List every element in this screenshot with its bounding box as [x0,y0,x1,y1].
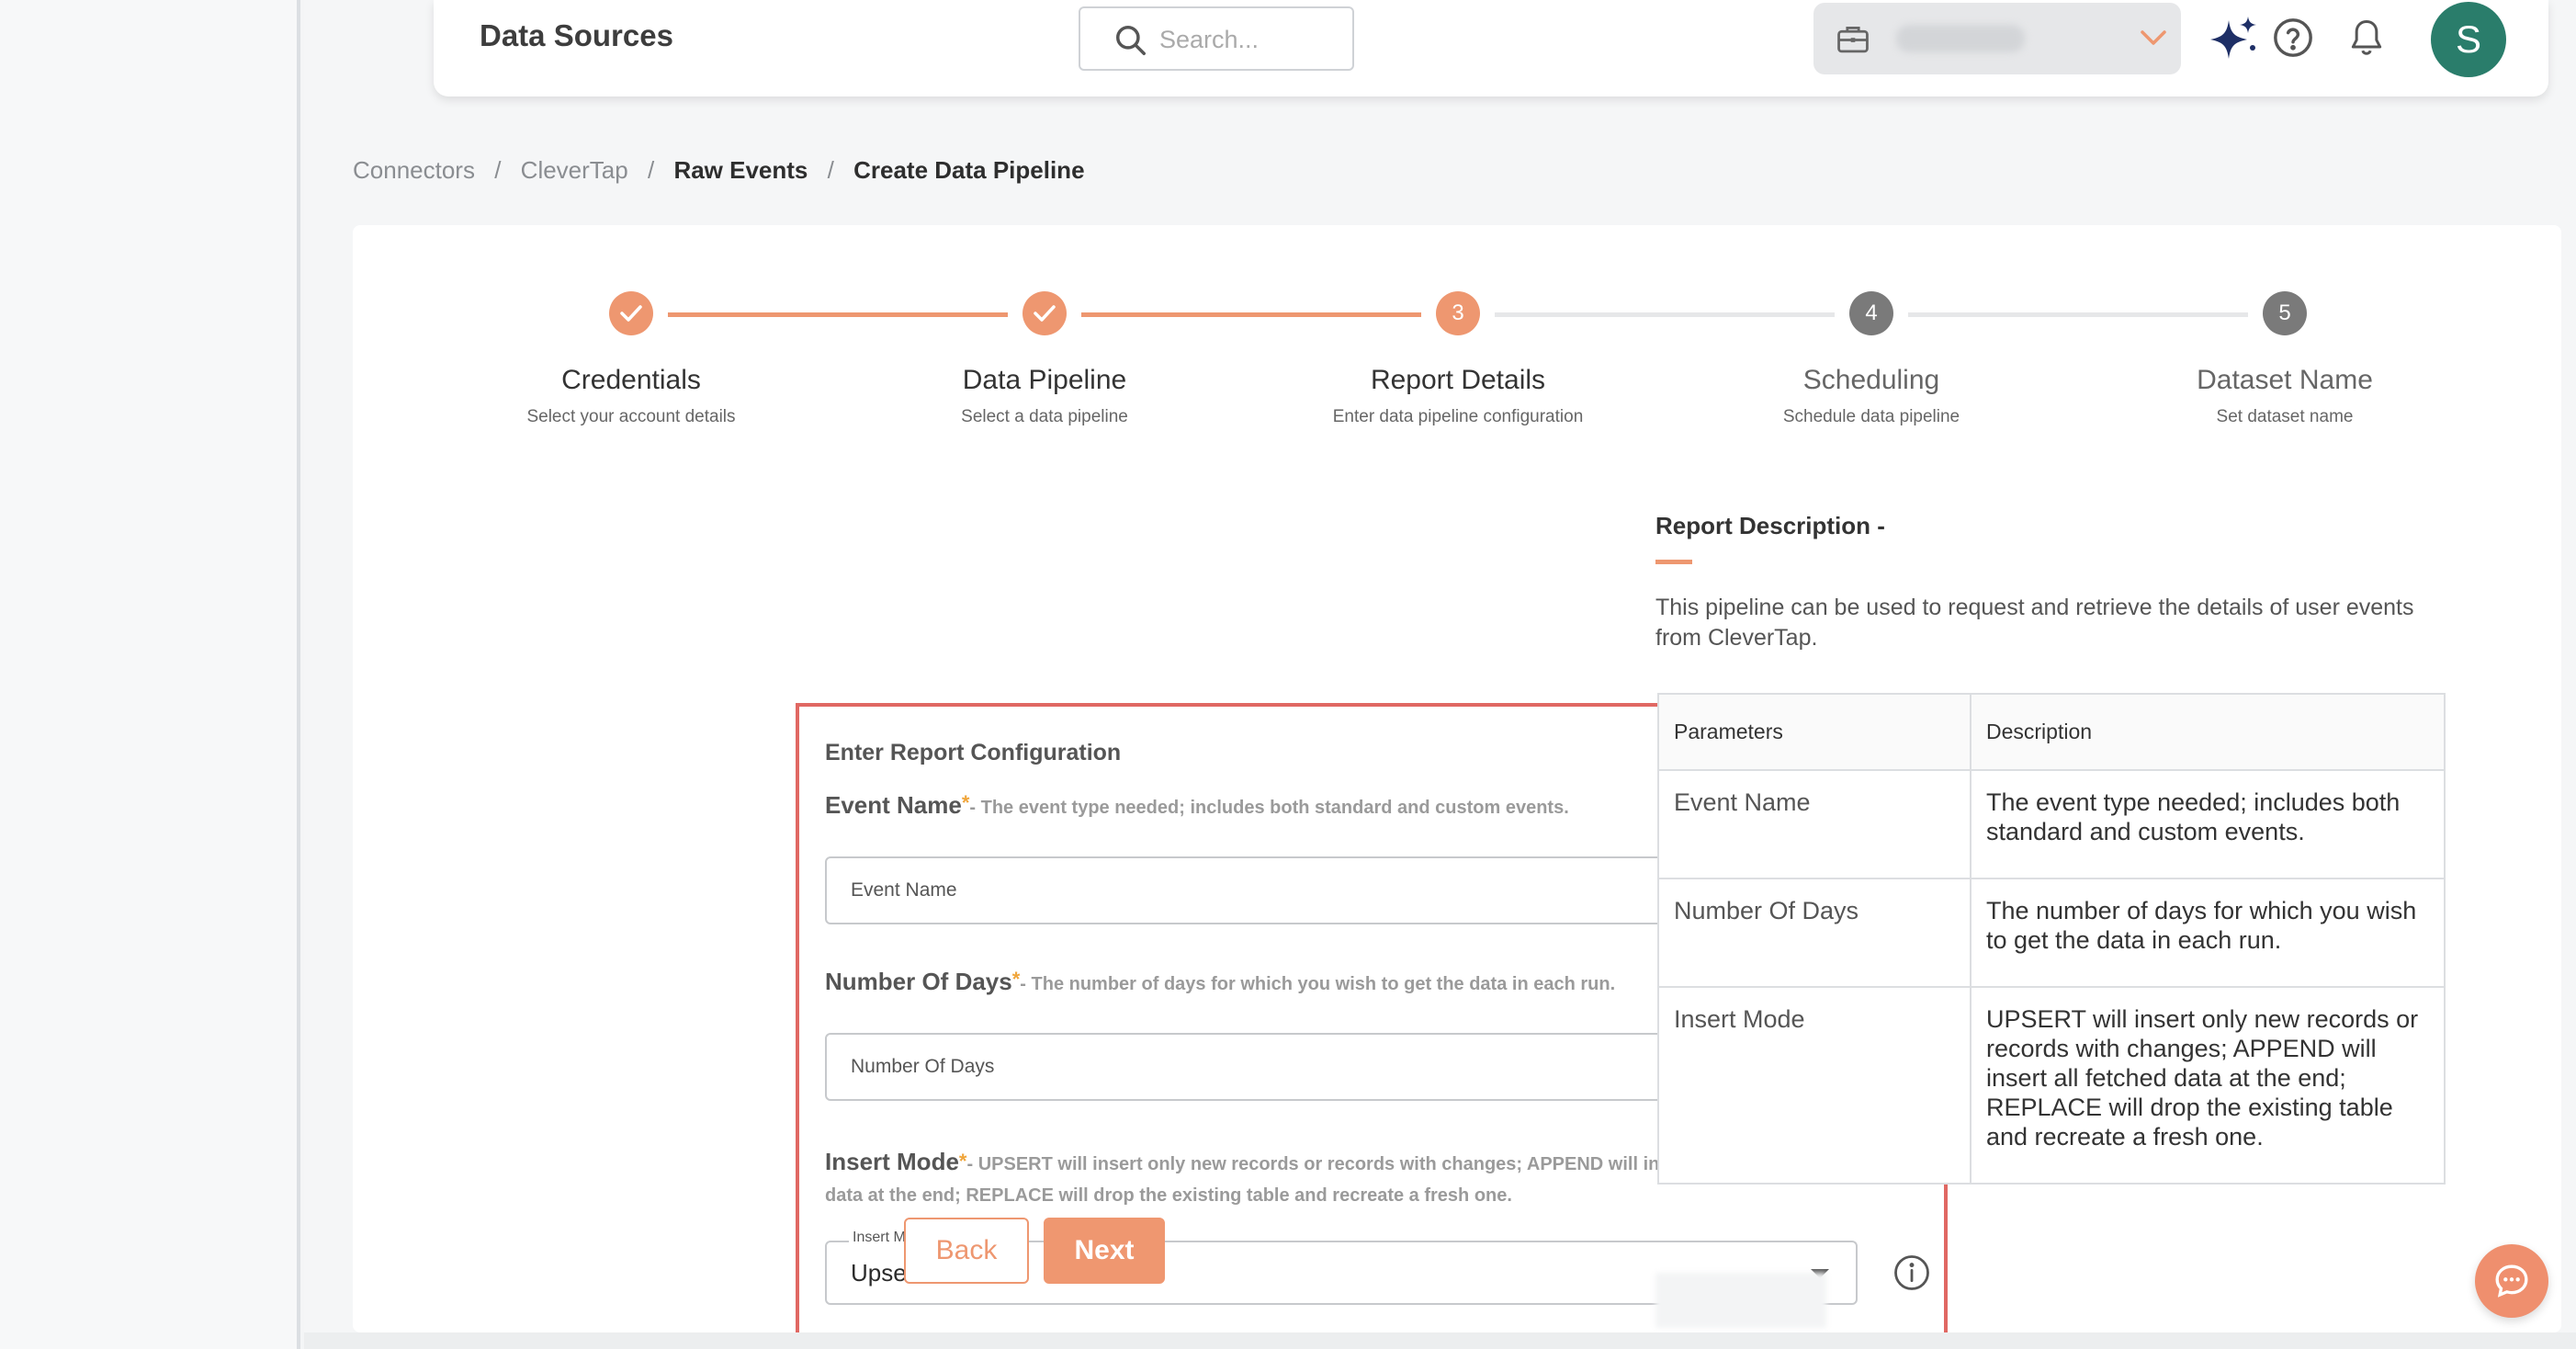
step-4-circle: 4 [1849,291,1893,335]
table-header-row: Parameters Description [1657,693,2446,771]
event-name-label: Event Name*- The event type needed; incl… [825,791,1569,820]
breadcrumb-clevertap[interactable]: CleverTap [521,156,628,185]
breadcrumb-current: Create Data Pipeline [853,156,1085,184]
help-circle-icon[interactable] [2272,17,2314,59]
breadcrumb: Connectors / CleverTap / Raw Events / Cr… [353,156,1085,185]
step-2-circle[interactable] [1022,291,1067,335]
step-connector-completed [1081,312,1421,317]
search-icon [1116,26,1146,55]
step-connector-pending [1495,312,1835,317]
breadcrumb-separator: / [647,156,655,184]
step-3-title: Report Details [1370,365,1546,395]
pipeline-card: 3 4 5 Credentials Select your account de… [353,225,2561,1349]
event-name-hint: - The event type needed; includes both s… [969,798,1569,818]
table-header-description: Description [1970,693,2446,771]
search-input[interactable] [1159,21,1334,58]
step-1-subtitle: Select your account details [526,407,736,426]
insert-mode-label-text: Insert Mode [825,1148,959,1175]
step-1-title: Credentials [561,365,701,395]
table-cell-description: The event type needed; includes both sta… [1970,769,2446,879]
search-box[interactable] [1079,6,1354,71]
table-header-parameters: Parameters [1657,693,1972,771]
step-4-title: Scheduling [1802,365,1940,395]
description-accent-bar [1655,560,1692,564]
step-3-circle[interactable]: 3 [1436,291,1480,335]
table-row: Insert Mode UPSERT will insert only new … [1657,986,2446,1185]
event-name-label-text: Event Name [825,791,962,819]
step-5-circle: 5 [2263,291,2307,335]
chat-bubble-icon [2495,1264,2528,1298]
left-sidebar [0,0,300,1349]
breadcrumb-separator: / [827,156,834,184]
step-3-subtitle: Enter data pipeline configuration [1332,407,1584,426]
table-cell-description: The number of days for which you wish to… [1970,878,2446,988]
check-icon [620,305,642,322]
step-connector-pending [1908,312,2248,317]
briefcase-icon [1837,27,1869,53]
chat-button[interactable] [2475,1244,2548,1318]
breadcrumb-connectors[interactable]: Connectors [353,156,475,185]
table-row: Number Of Days The number of days for wh… [1657,878,2446,988]
number-of-days-hint: - The number of days for which you wish … [1020,974,1616,994]
report-description-title: Report Description - [1655,512,1885,539]
step-4-subtitle: Schedule data pipeline [1782,407,1960,426]
chevron-down-icon [2141,30,2166,45]
step-connector-completed [668,312,1008,317]
number-of-days-label: Number Of Days*- The number of days for … [825,968,1615,996]
table-cell-parameter: Event Name [1657,769,1972,879]
step-1-circle[interactable] [609,291,653,335]
step-5-subtitle: Set dataset name [2216,407,2354,426]
page-bottom-edge [304,1332,2576,1349]
required-marker: * [1011,968,1021,991]
form-heading: Enter Report Configuration [825,740,1122,765]
redacted-block [1655,1273,1826,1328]
info-icon[interactable] [1892,1253,1931,1292]
breadcrumb-raw-events[interactable]: Raw Events [673,156,808,185]
step-2-title: Data Pipeline [962,365,1127,395]
table-cell-description: UPSERT will insert only new records or r… [1970,986,2446,1185]
table-row: Event Name The event type needed; includ… [1657,769,2446,879]
table-cell-parameter: Insert Mode [1657,986,1972,1185]
workspace-select[interactable] [1813,3,2181,74]
parameters-table: Parameters Description Event Name The ev… [1657,693,2446,1185]
breadcrumb-separator: / [494,156,502,184]
report-description-text: This pipeline can be used to request and… [1655,595,2414,651]
bell-icon[interactable] [2348,17,2385,59]
page-title: Data Sources [480,18,673,52]
avatar[interactable]: S [2431,2,2506,77]
insert-mode-hint: - UPSERT will insert only new records or… [825,1154,1790,1206]
number-of-days-label-text: Number Of Days [825,968,1012,995]
step-5-title: Dataset Name [2197,365,2373,395]
step-2-subtitle: Select a data pipeline [961,407,1128,426]
table-cell-parameter: Number Of Days [1657,878,1972,988]
next-button[interactable]: Next [1044,1218,1165,1284]
sparkles-icon[interactable] [2207,15,2260,64]
back-button[interactable]: Back [904,1218,1029,1284]
top-header: Data Sources S [434,0,2548,96]
check-icon [1034,305,1056,322]
workspace-name-redacted [1896,25,2025,52]
